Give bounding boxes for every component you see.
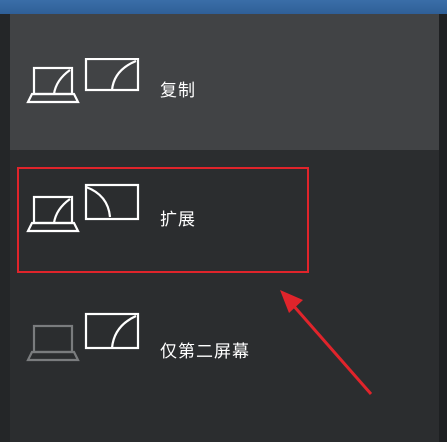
annotation-arrow (280, 290, 373, 395)
